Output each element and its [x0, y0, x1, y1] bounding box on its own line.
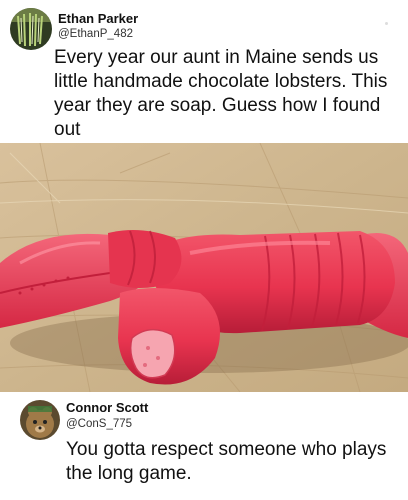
- profile-photo-icon: [10, 8, 52, 50]
- profile-photo-icon: [20, 400, 60, 440]
- reply-author-name[interactable]: Connor Scott: [66, 400, 148, 415]
- reply-text: You gotta respect someone who plays the …: [66, 439, 387, 484]
- author-handle[interactable]: @EthanP_482: [58, 28, 133, 40]
- post-photo[interactable]: [0, 142, 408, 393]
- post-text: Every year our aunt in Maine sends us li…: [54, 47, 388, 140]
- author-name[interactable]: Ethan Parker: [58, 11, 138, 26]
- reply-author-handle[interactable]: @ConS_775: [66, 418, 132, 430]
- avatar-connor-scott[interactable]: [20, 400, 60, 440]
- decorative-dot: [385, 22, 388, 25]
- avatar-ethan-parker[interactable]: [10, 8, 52, 50]
- lobster-soap-image: [0, 142, 408, 393]
